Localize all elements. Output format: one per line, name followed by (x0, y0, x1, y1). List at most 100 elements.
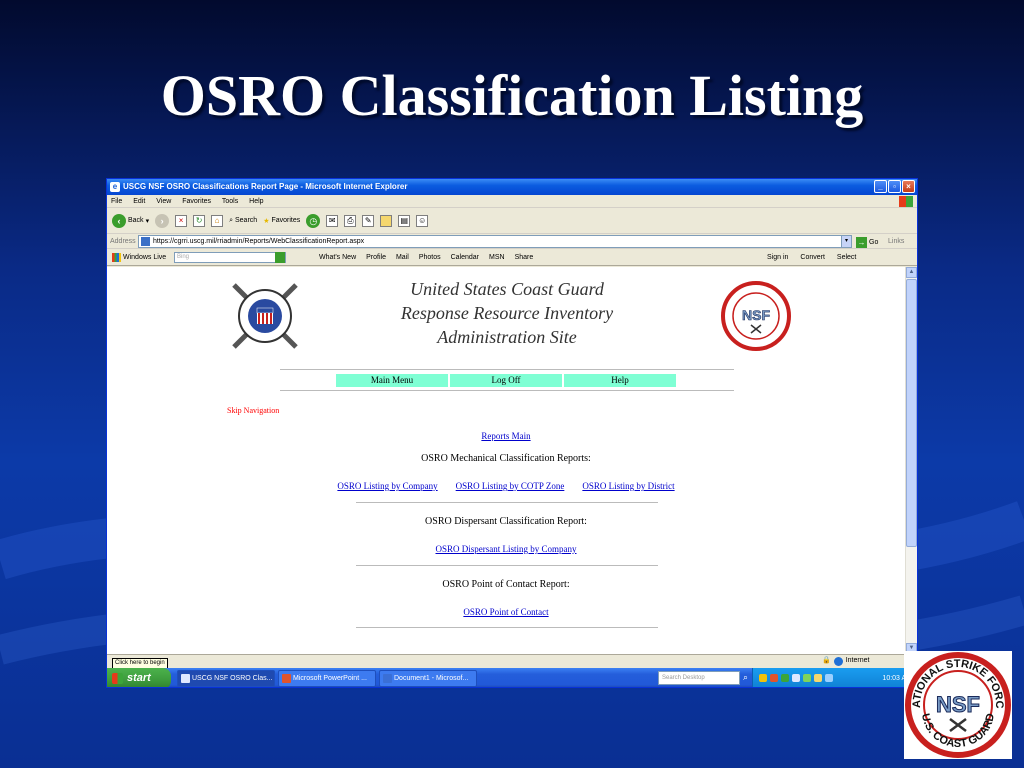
tray-icon[interactable] (759, 674, 767, 682)
desktop-search-input[interactable]: Search Desktop (658, 671, 740, 685)
forward-arrow-icon[interactable]: › (155, 213, 170, 228)
search-button[interactable]: ⌕ Search (229, 217, 257, 225)
task-word-document[interactable]: Document1 - Microsof... (379, 670, 477, 687)
windows-live-brand[interactable]: Windows Live (112, 249, 166, 266)
research-icon[interactable]: ▤ (398, 214, 411, 227)
uscg-seal-icon (232, 283, 298, 349)
bing-search-input[interactable]: Bing (174, 252, 286, 263)
mechanical-links: OSRO Listing by Company OSRO Listing by … (107, 476, 905, 494)
print-icon[interactable]: ⎙ (344, 214, 357, 227)
nsf-logo-icon: NSF (721, 281, 791, 351)
log-off-button[interactable]: Log Off (450, 374, 562, 387)
home-icon[interactable]: ⌂ (211, 214, 224, 227)
folder-icon[interactable] (380, 214, 393, 227)
windows-flag-icon (899, 196, 913, 207)
live-link-photos[interactable]: Photos (419, 249, 441, 266)
contact-heading: OSRO Point of Contact Report: (442, 579, 570, 590)
powerpoint-icon (282, 674, 291, 683)
scroll-thumb[interactable] (906, 279, 917, 547)
dispersant-listing-link[interactable]: OSRO Dispersant Listing by Company (436, 544, 577, 554)
menu-view[interactable]: View (156, 198, 171, 205)
browser-window: e USCG NSF OSRO Classifications Report P… (106, 178, 918, 688)
nsf-corner-logo-icon: NATIONAL STRIKE FORCE U.S. COAST GUARD N… (904, 651, 1012, 759)
history-icon[interactable]: ◷ (306, 213, 321, 228)
task-powerpoint[interactable]: Microsoft PowerPoint ... (278, 670, 376, 687)
main-nav: Main Menu Log Off Help (336, 374, 676, 387)
skip-navigation-link[interactable]: Skip Navigation (227, 406, 279, 415)
tray-icon[interactable] (770, 674, 778, 682)
help-button[interactable]: Help (564, 374, 676, 387)
live-link-mail[interactable]: Mail (396, 249, 409, 266)
dispersant-heading: OSRO Dispersant Classification Report: (425, 516, 587, 527)
window-controls: _ ▫ × (874, 180, 915, 193)
status-bar: 🔒 Internet (107, 654, 917, 667)
point-of-contact-link[interactable]: OSRO Point of Contact (463, 607, 548, 617)
corner-center-text: NSF (936, 692, 980, 717)
window-title: USCG NSF OSRO Classifications Report Pag… (123, 182, 408, 191)
links-button[interactable]: Links (888, 234, 904, 249)
favorites-button[interactable]: ★ Favorites (263, 217, 300, 225)
tray-icon[interactable] (781, 674, 789, 682)
header-divider-top (280, 369, 734, 370)
network-icon[interactable] (803, 674, 811, 682)
live-link-profile[interactable]: Profile (366, 249, 386, 266)
maximize-icon[interactable]: ▫ (888, 180, 901, 193)
live-link-msn[interactable]: MSN (489, 249, 505, 266)
messenger-icon[interactable]: ☺ (416, 214, 429, 227)
section-divider (356, 502, 658, 503)
scroll-up-icon[interactable]: ▲ (906, 267, 917, 278)
go-arrow-icon: → (856, 237, 867, 248)
live-link-whats-new[interactable]: What's New (319, 249, 356, 266)
close-icon[interactable]: × (902, 180, 915, 193)
listing-by-company-link[interactable]: OSRO Listing by Company (337, 481, 437, 491)
tray-icon[interactable] (792, 674, 800, 682)
stop-icon[interactable]: × (175, 214, 188, 227)
start-button[interactable]: start (107, 668, 171, 687)
windows-live-icon (112, 253, 121, 262)
menu-edit[interactable]: Edit (133, 198, 145, 205)
edit-icon[interactable]: ✎ (362, 214, 375, 227)
address-label: Address (110, 238, 136, 245)
menu-file[interactable]: File (111, 198, 122, 205)
taskbar: start USCG NSF OSRO Clas... Microsoft Po… (107, 668, 917, 687)
reports-main-link[interactable]: Reports Main (481, 431, 530, 441)
address-bar: Address https://cgrri.uscg.mil/rriadmin/… (107, 234, 917, 249)
task-ie-window[interactable]: USCG NSF OSRO Clas... (177, 670, 275, 687)
volume-icon[interactable] (814, 674, 822, 682)
menu-help[interactable]: Help (249, 198, 263, 205)
url-input[interactable]: https://cgrri.uscg.mil/rriadmin/Reports/… (138, 235, 852, 248)
vertical-scrollbar[interactable]: ▲ ▼ (905, 267, 917, 654)
slide-title: OSRO Classification Listing (160, 63, 864, 128)
refresh-icon[interactable]: ↻ (193, 214, 206, 227)
ie-icon: e (110, 182, 120, 192)
go-button[interactable]: → Go (856, 235, 878, 250)
tray-icons (759, 674, 833, 682)
sign-in-button[interactable]: Sign in (767, 249, 788, 266)
page-viewport: United States Coast Guard Response Resou… (107, 267, 905, 654)
nsf-center-text: NSF (742, 307, 770, 323)
live-link-calendar[interactable]: Calendar (451, 249, 479, 266)
section-divider (356, 565, 658, 566)
back-button[interactable]: ‹ Back ▾ (112, 213, 149, 228)
menu-favorites[interactable]: Favorites (182, 198, 211, 205)
word-icon (383, 674, 392, 683)
live-link-share[interactable]: Share (515, 249, 534, 266)
select-button[interactable]: Select (837, 249, 856, 266)
main-menu-button[interactable]: Main Menu (336, 374, 448, 387)
minimize-icon[interactable]: _ (874, 180, 887, 193)
chevron-down-icon[interactable]: ▾ (841, 235, 852, 248)
tray-icon[interactable] (825, 674, 833, 682)
listing-by-cotp-zone-link[interactable]: OSRO Listing by COTP Zone (456, 481, 565, 491)
system-tray: 10:03 AM (752, 668, 917, 687)
security-zone: 🔒 Internet (822, 655, 869, 667)
convert-button[interactable]: Convert (800, 249, 825, 266)
search-icon[interactable]: ⌕ (743, 672, 748, 683)
live-toolbar-right: Sign in Convert Select (767, 249, 856, 266)
globe-icon (833, 656, 843, 666)
mail-icon[interactable]: ✉ (326, 214, 339, 227)
bing-search-icon[interactable] (275, 252, 285, 263)
menu-tools[interactable]: Tools (222, 198, 238, 205)
window-titlebar[interactable]: e USCG NSF OSRO Classifications Report P… (107, 179, 917, 195)
listing-by-district-link[interactable]: OSRO Listing by District (582, 481, 674, 491)
live-links: What's New Profile Mail Photos Calendar … (319, 249, 533, 266)
